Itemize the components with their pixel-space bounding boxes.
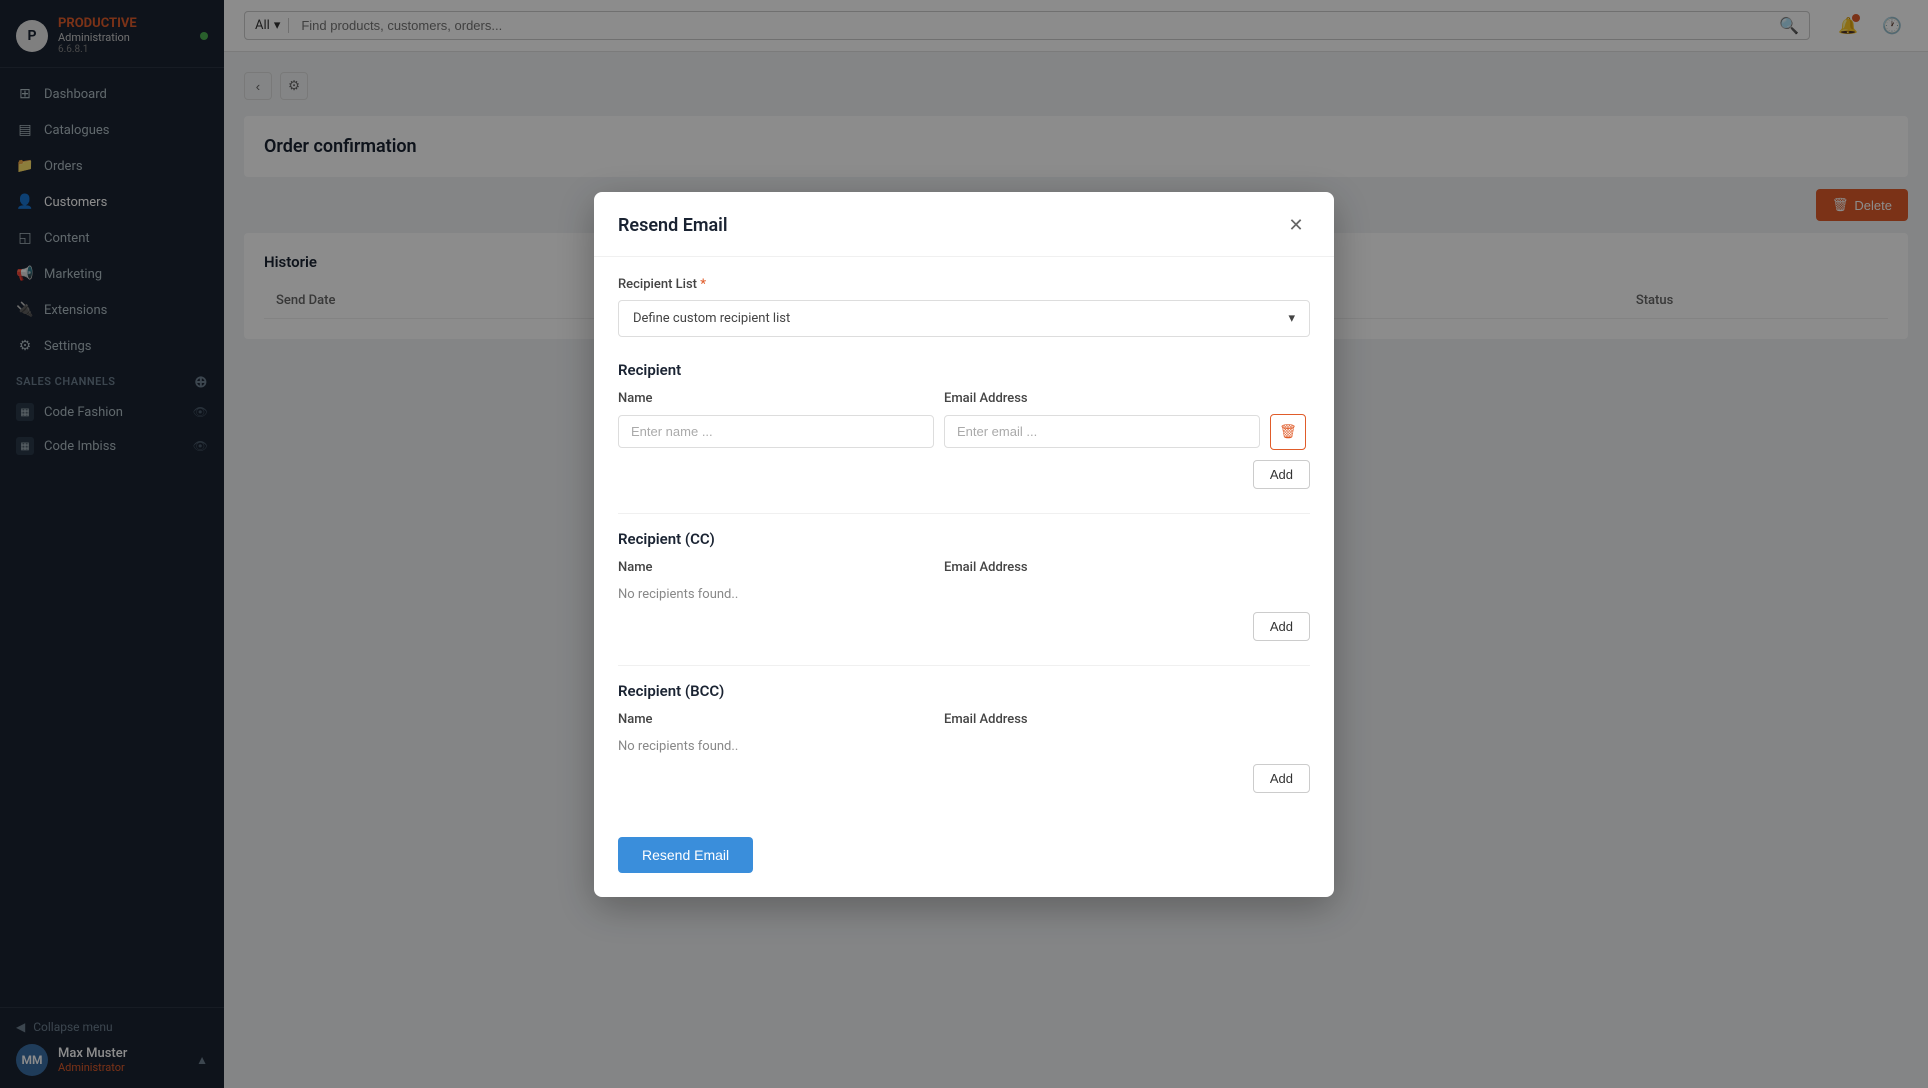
recipient-bcc-title: Recipient (BCC) (618, 682, 1310, 700)
modal-body: Recipient List * Define custom recipient… (594, 257, 1334, 837)
add-recipient-button[interactable]: Add (1253, 460, 1310, 489)
name-cc-header: Name (618, 560, 934, 575)
divider-2 (618, 665, 1310, 666)
modal-overlay[interactable]: Resend Email ✕ Recipient List * Define c… (224, 0, 1928, 1088)
main-content: All ▾ 🔍 🔔 🕐 ‹ ⚙ Order confirmation 🗑 (224, 0, 1928, 1088)
no-bcc-recipients: No recipients found.. (618, 735, 1310, 754)
required-indicator: * (700, 277, 706, 292)
resend-email-button[interactable]: Resend Email (618, 837, 753, 873)
email-cc-header: Email Address (944, 560, 1260, 575)
modal-footer: Resend Email (594, 837, 1334, 897)
add-cc-button[interactable]: Add (1253, 612, 1310, 641)
email-bcc-header: Email Address (944, 712, 1260, 727)
resend-email-modal: Resend Email ✕ Recipient List * Define c… (594, 192, 1334, 897)
recipient-cc-title: Recipient (CC) (618, 530, 1310, 548)
email-col-header: Email Address (944, 391, 1260, 406)
modal-close-button[interactable]: ✕ (1282, 212, 1310, 240)
recipient-grid-header: Name Email Address (618, 391, 1310, 406)
name-col-header: Name (618, 391, 934, 406)
add-bcc-button[interactable]: Add (1253, 764, 1310, 793)
add-recipient-bar: Add (618, 450, 1310, 489)
add-bcc-bar: Add (618, 754, 1310, 793)
recipient-row: 🗑 (618, 414, 1310, 450)
no-recipients-cc-text: No recipients found.. (618, 583, 738, 606)
recipient-list-value: Define custom recipient list (633, 311, 790, 326)
recipient-email-input[interactable] (944, 415, 1260, 448)
modal-title: Resend Email (618, 215, 728, 236)
delete-recipient-button[interactable]: 🗑 (1270, 414, 1306, 450)
recipient-bcc-header: Name Email Address (618, 712, 1310, 727)
no-cc-recipients: No recipients found.. (618, 583, 1310, 602)
recipient-cc-header: Name Email Address (618, 560, 1310, 575)
add-cc-bar: Add (618, 602, 1310, 641)
recipient-list-label: Recipient List * (618, 277, 1310, 292)
no-recipients-bcc-text: No recipients found.. (618, 735, 738, 758)
modal-header: Resend Email ✕ (594, 192, 1334, 257)
divider-1 (618, 513, 1310, 514)
recipient-cc-section: Recipient (CC) Name Email Address No rec… (618, 530, 1310, 641)
chevron-down-icon: ▾ (1288, 311, 1295, 326)
recipient-list-section: Recipient List * Define custom recipient… (618, 277, 1310, 337)
recipient-title: Recipient (618, 361, 1310, 379)
recipient-name-input[interactable] (618, 415, 934, 448)
recipient-list-dropdown[interactable]: Define custom recipient list ▾ (618, 300, 1310, 337)
recipient-bcc-section: Recipient (BCC) Name Email Address No re… (618, 682, 1310, 793)
name-bcc-header: Name (618, 712, 934, 727)
recipient-section: Recipient Name Email Address 🗑 Add (618, 361, 1310, 489)
